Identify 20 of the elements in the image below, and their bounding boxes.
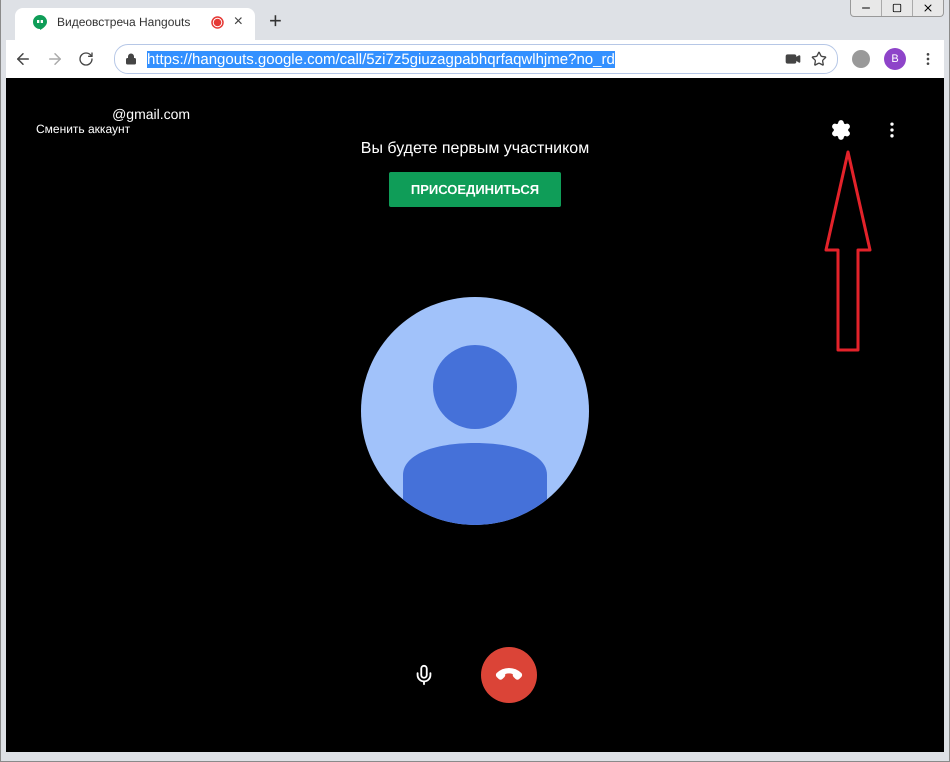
status-message: Вы будете первым участником: [360, 140, 590, 158]
new-tab-button[interactable]: +: [269, 8, 282, 34]
tab-title: Видеовстреча Hangouts: [57, 15, 192, 29]
bookmark-star-icon[interactable]: [811, 51, 827, 67]
profile-avatar[interactable]: B: [884, 48, 906, 70]
close-tab-button[interactable]: ×: [234, 13, 243, 31]
switch-account-link[interactable]: Сменить аккаунт: [36, 122, 130, 136]
close-icon[interactable]: [922, 2, 934, 14]
browser-tab[interactable]: Видеовстреча Hangouts ×: [15, 8, 255, 40]
settings-icon[interactable]: [830, 119, 852, 141]
maximize-icon[interactable]: [892, 3, 902, 13]
join-button[interactable]: ПРИСОЕДИНИТЬСЯ: [388, 172, 562, 207]
reload-icon[interactable]: [78, 51, 94, 67]
account-email: @gmail.com: [112, 106, 190, 122]
recording-icon: [210, 16, 224, 28]
url-text: https://hangouts.google.com/call/5zi7z5giuzagpabhqrfaqwlhjme?no_rd: [147, 50, 615, 68]
lock-icon: [125, 53, 137, 65]
extension-icon[interactable]: [852, 50, 870, 68]
back-icon[interactable]: [14, 50, 32, 68]
chat-bubble-icon: [33, 14, 47, 30]
